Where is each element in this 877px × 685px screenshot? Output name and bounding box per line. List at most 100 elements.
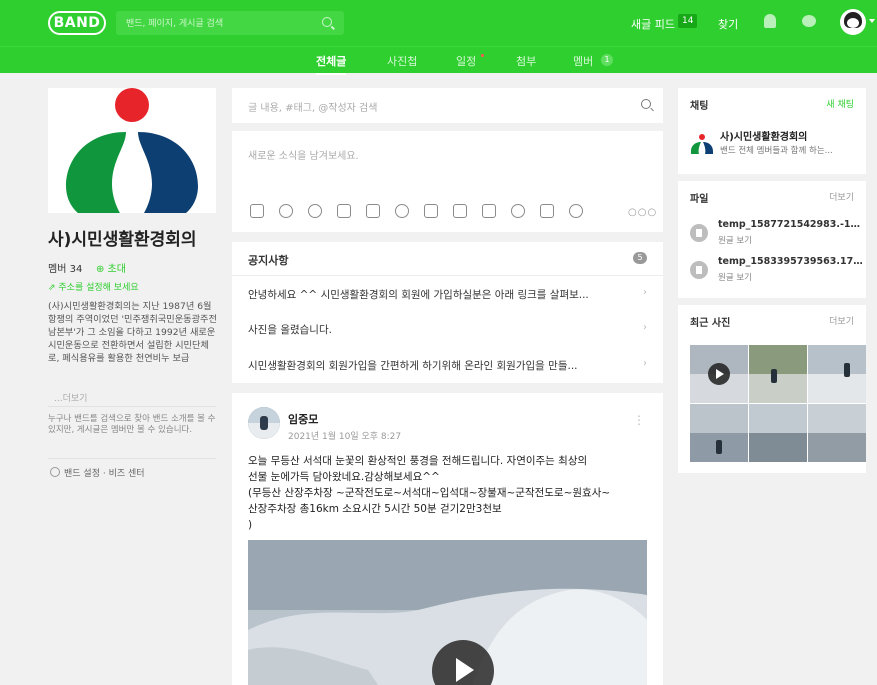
- notice-section: 공지사항 5 안녕하세요 ^^ 시민생활환경회의 회원에 가입하실분은 아래 링…: [232, 242, 663, 383]
- new-chat-button[interactable]: 새 채팅: [826, 97, 854, 110]
- chevron-right-icon: ›: [643, 287, 647, 298]
- post-line: ): [248, 519, 253, 531]
- post-search-input[interactable]: 글 내용, #태그, @작성자 검색: [232, 88, 663, 123]
- photo-thumbnail[interactable]: [808, 404, 866, 462]
- member-count[interactable]: 멤버 34: [48, 260, 82, 275]
- files-more-link[interactable]: 더보기: [829, 190, 854, 203]
- chat-panel-title: 채팅: [690, 101, 709, 112]
- chat-room-name[interactable]: 사)시민생활환경회의: [720, 128, 807, 143]
- tab-all-posts[interactable]: 전체글: [316, 53, 347, 75]
- divider: [232, 275, 663, 276]
- address-setting-link[interactable]: ⇗ 주소를 설정해 보세요: [48, 280, 139, 293]
- tab-photos[interactable]: 사진첩: [387, 53, 417, 69]
- description-more-link[interactable]: ...더보기: [54, 391, 87, 404]
- band-tabs: 전체글 사진첩 일정 첨부 멤버 1: [0, 46, 877, 75]
- view-original-link[interactable]: 원글 보기: [718, 234, 752, 246]
- sticker-icon[interactable]: [279, 204, 293, 218]
- author-avatar[interactable]: [248, 407, 280, 439]
- divider: [48, 406, 216, 407]
- notice-item[interactable]: 시민생활환경회의 회원가입을 간편하게 하기위해 온라인 회원가입을 만들...: [248, 358, 633, 373]
- new-feed-link[interactable]: 새글 피드: [631, 16, 675, 32]
- schedule-new-dot: [481, 54, 484, 57]
- live-icon[interactable]: [337, 204, 351, 218]
- quiz-icon[interactable]: [540, 204, 554, 218]
- more-options-icon[interactable]: ⋮: [633, 413, 645, 427]
- band-visibility-info: 누구나 밴드를 검색으로 찾아 밴드 소개를 볼 수 있지만, 게시글은 멤버만…: [48, 414, 216, 435]
- post-author[interactable]: 임중모: [288, 411, 318, 427]
- post-body: 오늘 무등산 서석대 눈꽃의 환상적인 풍경을 전해드립니다. 자연이주는 최상…: [248, 453, 658, 533]
- notice-count-badge: 5: [633, 252, 647, 264]
- location-icon[interactable]: [569, 204, 583, 218]
- chat-icon[interactable]: [802, 15, 816, 27]
- address-setting-label: 주소를 설정해 보세요: [58, 283, 139, 293]
- band-logo[interactable]: BAND: [48, 11, 106, 35]
- post-composer[interactable]: 새로운 소식을 남겨보세요. ○○○: [232, 131, 663, 232]
- members-badge: 1: [601, 54, 613, 66]
- chat-room-subtitle: 밴드 전체 멤버들과 함께 하는...: [720, 146, 833, 156]
- tab-attachments[interactable]: 첨부: [516, 53, 536, 69]
- search-icon[interactable]: [641, 99, 651, 109]
- user-avatar[interactable]: [840, 9, 866, 35]
- calendar-icon[interactable]: [424, 204, 438, 218]
- files-panel: 파일 더보기 temp_1587721542983.-1768... 원글 보기…: [678, 181, 866, 298]
- text-format-icon[interactable]: [366, 204, 380, 218]
- file-name[interactable]: temp_1587721542983.-1768...: [718, 219, 864, 230]
- notice-item[interactable]: 사진을 올렸습니다.: [248, 322, 633, 337]
- notice-title: 공지사항: [248, 254, 289, 267]
- invite-link[interactable]: ⊕ 초대: [96, 260, 126, 275]
- band-title: 사)시민생활환경회의: [48, 230, 197, 250]
- search-icon[interactable]: [322, 17, 332, 27]
- organization-logo: [66, 88, 198, 213]
- attachment-icon[interactable]: [395, 204, 409, 218]
- chevron-down-icon[interactable]: [869, 19, 875, 23]
- file-name[interactable]: temp_1583395739563.1725...: [718, 256, 864, 267]
- notice-item[interactable]: 안녕하세요 ^^ 시민생활환경회의 회원에 가입하실분은 아래 링크를 살펴보.…: [248, 287, 633, 302]
- band-settings-link[interactable]: 밴드 설정 · 비즈 센터: [64, 466, 145, 479]
- post-card: 임중모 2021년 1월 10일 오후 8:27 ⋮ 오늘 무등산 서석대 눈꽃…: [232, 393, 663, 685]
- checklist-icon[interactable]: [482, 204, 496, 218]
- post-line: (무등산 산장주차장 ~군작전도로~서석대~입석대~장불재~군작전도로~원효사~: [248, 487, 611, 499]
- recent-photos-panel: 최근 사진 더보기: [678, 305, 866, 473]
- member-tag-icon[interactable]: [511, 204, 525, 218]
- global-search-placeholder: 밴드, 페이지, 게시글 검색: [126, 19, 224, 29]
- post-video[interactable]: [248, 540, 647, 685]
- top-navigation-bar: BAND 밴드, 페이지, 게시글 검색 새글 피드 14 찾기: [0, 0, 877, 46]
- photo-icon[interactable]: [250, 204, 264, 218]
- poll-icon[interactable]: [453, 204, 467, 218]
- band-profile: [48, 88, 216, 213]
- photo-thumbnail[interactable]: [690, 404, 748, 462]
- file-icon: [690, 261, 708, 279]
- chat-panel: 채팅 새 채팅 사)시민생활환경회의 밴드 전체 멤버들과 함께 하는...: [678, 88, 866, 174]
- photo-thumbnail[interactable]: [749, 345, 807, 403]
- post-line: 선물 눈에가득 담아왔네요.감상해보세요^^: [248, 471, 440, 483]
- photo-thumbnail[interactable]: [749, 404, 807, 462]
- photos-more-link[interactable]: 더보기: [829, 314, 854, 327]
- file-icon: [690, 224, 708, 242]
- chevron-right-icon: ›: [643, 358, 647, 369]
- tab-schedule[interactable]: 일정: [456, 53, 476, 69]
- play-icon[interactable]: [708, 363, 730, 385]
- photo-thumbnail[interactable]: [690, 345, 748, 403]
- new-feed-count-badge: 14: [678, 14, 698, 28]
- bell-icon[interactable]: [764, 14, 776, 28]
- composer-placeholder: 새로운 소식을 남겨보세요.: [248, 151, 359, 162]
- files-panel-title: 파일: [690, 194, 709, 205]
- gear-icon: [50, 467, 60, 477]
- find-link[interactable]: 찾기: [718, 16, 738, 32]
- post-line: 산장주차장 총16km 소요시간 5시간 50분 걷기2만3천보: [248, 503, 502, 515]
- chevron-right-icon: ›: [643, 322, 647, 333]
- global-search-input[interactable]: 밴드, 페이지, 게시글 검색: [116, 11, 344, 35]
- band-description: (사)시민생활환경회의는 지난 1987년 6월 항쟁의 주역이었던 '민주쟁취…: [48, 301, 217, 364]
- post-date: 2021년 1월 10일 오후 8:27: [288, 432, 402, 442]
- divider: [48, 458, 216, 459]
- photo-thumbnail[interactable]: [808, 345, 866, 403]
- tab-members[interactable]: 멤버: [573, 53, 593, 69]
- view-original-link[interactable]: 원글 보기: [718, 271, 752, 283]
- post-line: 오늘 무등산 서석대 눈꽃의 환상적인 풍경을 전해드립니다. 자연이주는 최상…: [248, 455, 588, 467]
- more-tools-icon[interactable]: ○○○: [628, 207, 657, 218]
- video-icon[interactable]: [308, 204, 322, 218]
- chat-room-logo[interactable]: [690, 134, 714, 154]
- post-search-placeholder: 글 내용, #태그, @작성자 검색: [248, 103, 378, 114]
- recent-photos-title: 최근 사진: [690, 318, 731, 329]
- band-cover-logo[interactable]: [48, 88, 216, 213]
